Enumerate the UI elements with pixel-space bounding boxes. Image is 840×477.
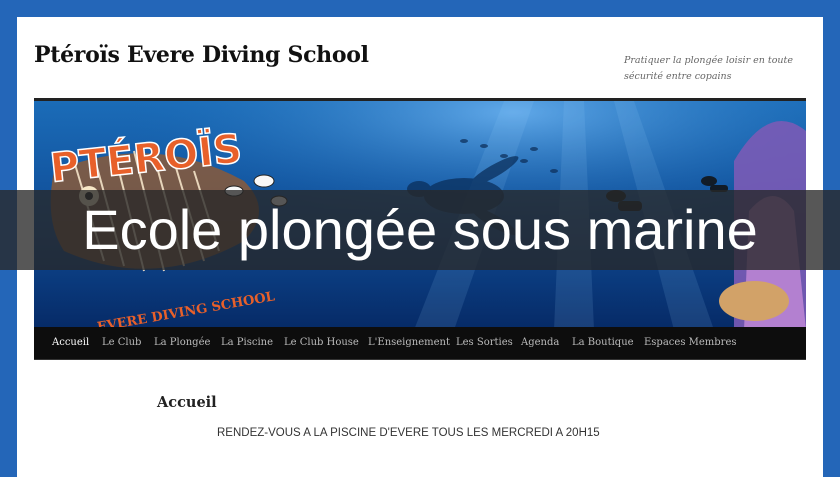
nav-item-espaces-membres[interactable]: Espaces Membres xyxy=(644,327,737,359)
nav-item-accueil[interactable]: Accueil xyxy=(52,327,89,359)
site-title[interactable]: Ptéroïs Evere Diving School xyxy=(34,42,369,68)
page-heading: Accueil xyxy=(157,394,217,411)
nav-item-les-sorties[interactable]: Les Sorties xyxy=(456,327,513,359)
nav-item-la-plongee[interactable]: La Plongée xyxy=(154,327,210,359)
main-nav: Accueil Le Club La Plongée La Piscine Le… xyxy=(34,327,806,360)
nav-item-la-boutique[interactable]: La Boutique xyxy=(572,327,634,359)
site-tagline: Pratiquer la plongée loisir en toute séc… xyxy=(624,55,793,82)
nav-item-la-piscine[interactable]: La Piscine xyxy=(221,327,273,359)
nav-item-le-club-house[interactable]: Le Club House xyxy=(284,327,359,359)
announcement-text: RENDEZ-VOUS A LA PISCINE D'EVERE TOUS LE… xyxy=(217,427,600,439)
nav-item-l-enseignement[interactable]: L'Enseignement xyxy=(368,327,450,359)
caption-overlay-text: Ecole plongée sous marine xyxy=(82,198,758,261)
nav-item-agenda[interactable]: Agenda xyxy=(521,327,559,359)
nav-item-le-club[interactable]: Le Club xyxy=(102,327,141,359)
